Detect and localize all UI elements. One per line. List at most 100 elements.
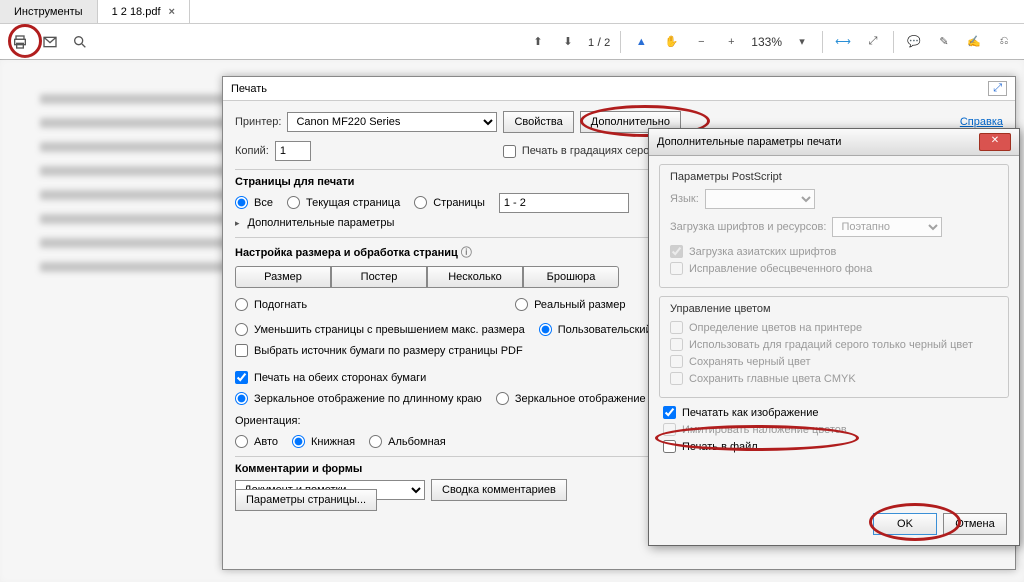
hand-icon[interactable]: ✋ [661,32,681,52]
actual-radio[interactable] [515,298,528,311]
shrink-radio[interactable] [235,323,248,336]
dialog-title: Печать [231,83,267,95]
color-group-title: Управление цветом [670,303,998,315]
gray-black-label: Использовать для градаций серого только … [689,339,973,351]
asian-checkbox [670,245,683,258]
properties-button[interactable]: Свойства [503,111,573,133]
page-indicator: 1 / 2 [588,35,610,49]
shrink-label: Уменьшить страницы с превышением макс. р… [254,324,525,336]
lang-select [705,189,815,209]
pages-range-label: Страницы [433,197,485,209]
tab-tools[interactable]: Инструменты [0,0,98,23]
keep-black-label: Сохранять черный цвет [689,356,811,368]
to-file-checkbox[interactable] [663,440,676,453]
color-def-checkbox [670,321,683,334]
separator [620,31,621,53]
fit-page-icon[interactable]: ⤢ [863,32,883,52]
print-icon[interactable] [10,32,30,52]
flip-long-radio[interactable] [235,392,248,405]
postscript-group: Параметры PostScript Язык: Загрузка шриф… [659,164,1009,288]
dialog-titlebar: Печать ⤢ [223,77,1015,101]
grayscale-checkbox[interactable] [503,145,516,158]
printer-label: Принтер: [235,116,281,128]
adv-cancel-button[interactable]: Отмена [943,513,1007,535]
current-page-label: Текущая страница [306,197,400,209]
pages-range-radio[interactable] [414,196,427,209]
expand-icon[interactable]: ▸ [235,218,240,229]
postscript-group-title: Параметры PostScript [670,171,998,183]
help-link[interactable]: Справка [960,116,1003,128]
lang-label: Язык: [670,193,699,205]
print-as-image-checkbox[interactable] [663,406,676,419]
custom-radio[interactable] [539,323,552,336]
subdialog-title: Дополнительные параметры печати [657,136,841,148]
portrait-label: Книжная [311,436,355,448]
close-icon[interactable]: × [169,6,175,18]
zoom-out-icon[interactable]: − [691,32,711,52]
page-up-icon[interactable]: ⬆ [528,32,548,52]
ok-button[interactable]: OK [873,513,937,535]
color-def-label: Определение цветов на принтере [689,322,862,334]
pointer-icon[interactable]: ▲ [631,32,651,52]
page-down-icon[interactable]: ⬇ [558,32,578,52]
gray-black-checkbox [670,338,683,351]
tab-label: Инструменты [14,6,83,18]
overprint-checkbox [663,423,676,436]
printer-select[interactable]: Canon MF220 Series [287,112,497,132]
landscape-label: Альбомная [388,436,446,448]
auto-orient-radio[interactable] [235,435,248,448]
tab-label: 1 2 18.pdf [112,6,161,18]
zoom-in-icon[interactable]: + [721,32,741,52]
fit-label: Подогнать [254,299,307,311]
mail-icon[interactable] [40,32,60,52]
sign-icon[interactable]: ✍ [964,32,984,52]
flip-short-radio[interactable] [496,392,509,405]
dialog-expand-icon[interactable]: ⤢ [988,81,1007,96]
duplex-label: Печать на обеих сторонах бумаги [254,372,426,384]
download-select: Поэтапно [832,217,942,237]
portrait-radio[interactable] [292,435,305,448]
asian-label: Загрузка азиатских шрифтов [689,246,836,258]
separator [893,31,894,53]
multiple-tab-button[interactable]: Несколько [427,266,523,288]
tab-bar: Инструменты 1 2 18.pdf × [0,0,1024,24]
landscape-radio[interactable] [369,435,382,448]
page-setup-button[interactable]: Параметры страницы... [235,489,377,511]
summarize-button[interactable]: Сводка комментариев [431,479,567,501]
current-page-radio[interactable] [287,196,300,209]
print-as-image-label: Печатать как изображение [682,407,818,419]
all-pages-label: Все [254,197,273,209]
download-label: Загрузка шрифтов и ресурсов: [670,221,826,233]
fixbg-label: Исправление обесцвеченного фона [689,263,872,275]
pages-range-input[interactable] [499,193,629,213]
flip-long-label: Зеркальное отображение по длинному краю [254,393,482,405]
fit-width-icon[interactable]: ⟷ [833,32,853,52]
source-by-size-label: Выбрать источник бумаги по размеру стран… [254,345,523,357]
keep-cmyk-checkbox [670,372,683,385]
search-icon[interactable] [70,32,90,52]
fixbg-checkbox [670,262,683,275]
copies-input[interactable] [275,141,311,161]
separator [822,31,823,53]
tab-document[interactable]: 1 2 18.pdf × [98,0,190,23]
size-tab-button[interactable]: Размер [235,266,331,288]
auto-orient-label: Авто [254,436,278,448]
close-icon[interactable]: ✕ [979,133,1011,151]
more-params-label[interactable]: Дополнительные параметры [248,217,395,229]
zoom-level[interactable]: 133% [751,35,782,49]
booklet-tab-button[interactable]: Брошюра [523,266,619,288]
poster-tab-button[interactable]: Постер [331,266,427,288]
advanced-print-dialog: Дополнительные параметры печати ✕ Параме… [648,128,1020,546]
source-by-size-checkbox[interactable] [235,344,248,357]
subdialog-titlebar: Дополнительные параметры печати ✕ [649,129,1019,156]
all-pages-radio[interactable] [235,196,248,209]
main-toolbar: ⬆ ⬇ 1 / 2 ▲ ✋ − + 133% ▾ ⟷ ⤢ 💬 ✎ ✍ ⎌ [0,24,1024,60]
highlight-icon[interactable]: ✎ [934,32,954,52]
actual-label: Реальный размер [534,299,625,311]
note-icon[interactable]: 💬 [904,32,924,52]
chevron-down-icon[interactable]: ▾ [792,32,812,52]
stamp-icon[interactable]: ⎌ [994,32,1014,52]
duplex-checkbox[interactable] [235,371,248,384]
fit-radio[interactable] [235,298,248,311]
copies-label: Копий: [235,145,269,157]
